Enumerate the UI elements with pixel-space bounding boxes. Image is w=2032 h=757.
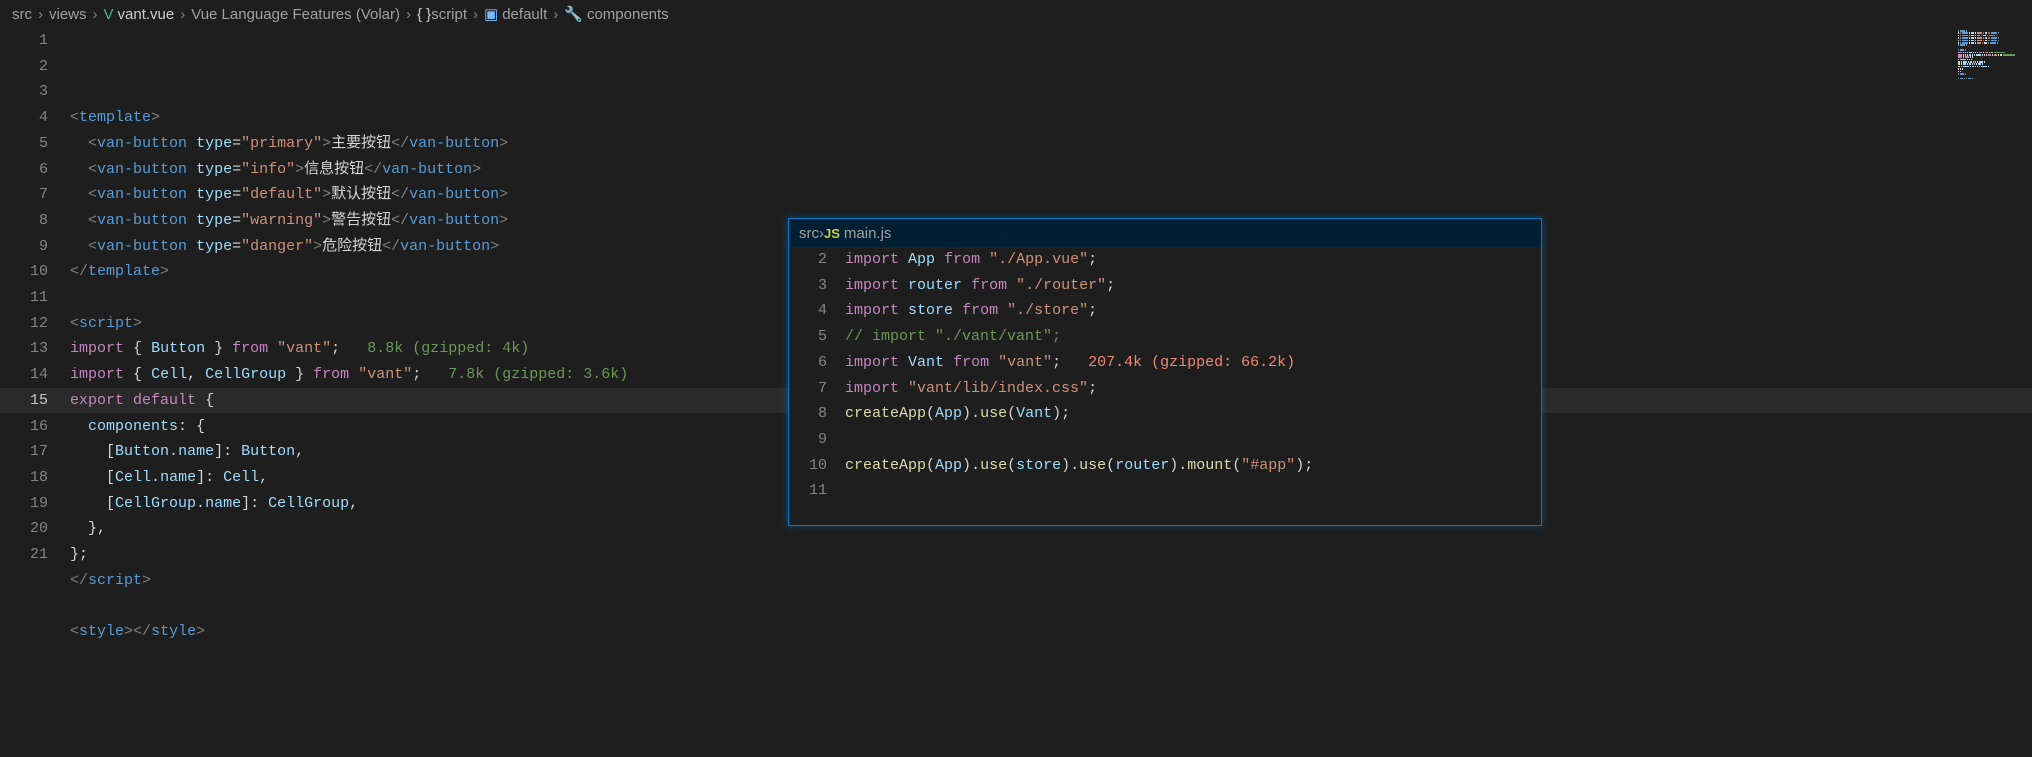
wrench-icon: 🔧 xyxy=(564,5,583,23)
code-line[interactable] xyxy=(70,593,2032,619)
code-line[interactable]: }; xyxy=(70,542,2032,568)
js-file-icon: JS xyxy=(824,226,840,241)
code-line[interactable]: import Vant from "vant"; 207.4k (gzipped… xyxy=(845,350,1541,376)
chevron-right-icon: › xyxy=(473,6,478,23)
code-line[interactable]: import store from "./store"; xyxy=(845,298,1541,324)
peek-editor[interactable]: 234567891011 import App from "./App.vue"… xyxy=(789,247,1541,525)
code-line[interactable]: <style></style> xyxy=(70,619,2032,645)
chevron-right-icon: › xyxy=(553,6,558,23)
code-line[interactable] xyxy=(845,427,1541,453)
code-line[interactable]: </script> xyxy=(70,568,2032,594)
code-line[interactable]: import "vant/lib/index.css"; xyxy=(845,376,1541,402)
crumb-item[interactable]: default xyxy=(502,6,547,23)
peek-view[interactable]: src › JS main.js 234567891011 import App… xyxy=(788,218,1542,526)
variable-icon: ▣ xyxy=(484,5,498,23)
chevron-right-icon: › xyxy=(93,6,98,23)
breadcrumb[interactable]: src › views › V vant.vue › Vue Language … xyxy=(0,0,2032,28)
code-line[interactable]: <van-button type="primary">主要按钮</van-but… xyxy=(70,131,2032,157)
crumb-item[interactable]: Vue Language Features (Volar) xyxy=(191,6,400,23)
code-line[interactable]: <van-button type="default">默认按钮</van-but… xyxy=(70,182,2032,208)
minimap[interactable] xyxy=(1958,30,2028,90)
crumb-item[interactable]: components xyxy=(587,6,669,23)
braces-icon: { } xyxy=(417,6,431,23)
code-line[interactable]: // import "./vant/vant"; xyxy=(845,324,1541,350)
code-line[interactable]: <van-button type="info">信息按钮</van-button… xyxy=(70,157,2032,183)
code-line[interactable]: <template> xyxy=(70,105,2032,131)
crumb-folder[interactable]: src xyxy=(12,6,32,23)
crumb-item[interactable]: script xyxy=(431,6,467,23)
code-line[interactable]: import router from "./router"; xyxy=(845,273,1541,299)
code-line[interactable]: createApp(App).use(Vant); xyxy=(845,401,1541,427)
code-line[interactable] xyxy=(845,478,1541,504)
crumb-folder[interactable]: src xyxy=(799,225,819,242)
code-line[interactable]: createApp(App).use(store).use(router).mo… xyxy=(845,453,1541,479)
chevron-right-icon: › xyxy=(38,6,43,23)
line-gutter: 234567891011 xyxy=(789,247,845,525)
crumb-file[interactable]: main.js xyxy=(844,225,892,242)
chevron-right-icon: › xyxy=(180,6,185,23)
line-gutter: 123456789101112131415161718192021 xyxy=(0,28,70,757)
code-content[interactable]: import App from "./App.vue";import route… xyxy=(845,247,1541,525)
code-line[interactable]: import App from "./App.vue"; xyxy=(845,247,1541,273)
chevron-right-icon: › xyxy=(406,6,411,23)
vue-file-icon: V xyxy=(104,6,114,23)
peek-breadcrumb[interactable]: src › JS main.js xyxy=(789,219,1541,247)
crumb-folder[interactable]: views xyxy=(49,6,87,23)
crumb-file[interactable]: vant.vue xyxy=(118,6,175,23)
